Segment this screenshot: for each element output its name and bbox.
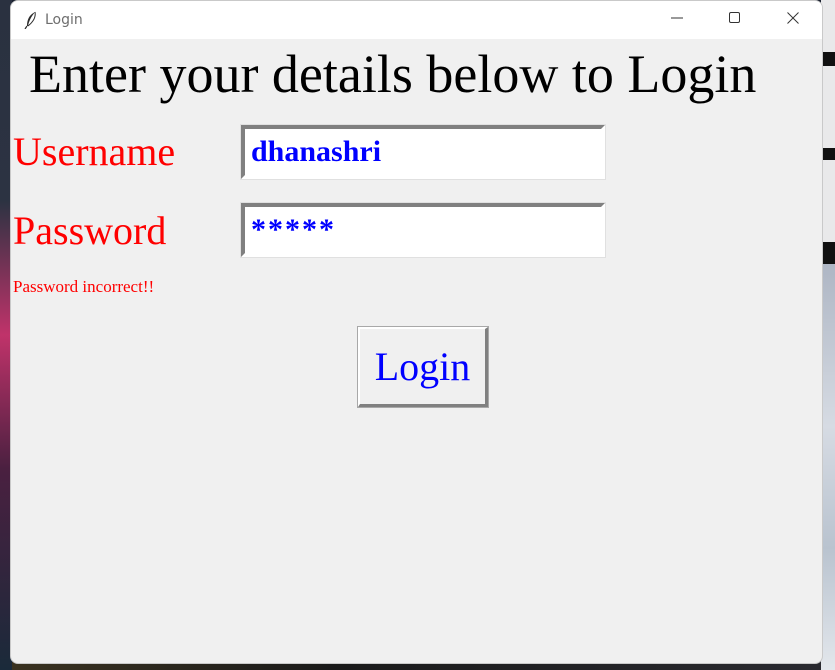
login-window: Login Enter your details below to Login …	[10, 0, 823, 664]
minimize-button[interactable]	[648, 1, 706, 39]
window-title: Login	[45, 12, 83, 28]
login-button[interactable]: Login	[357, 326, 489, 408]
username-label: Username	[13, 129, 176, 174]
password-label: Password	[13, 208, 167, 253]
close-button[interactable]	[764, 1, 822, 39]
feather-icon	[23, 11, 39, 30]
username-field[interactable]: dhanashri	[240, 124, 606, 180]
form-area: Enter your details below to Login Userna…	[11, 39, 822, 663]
error-message: Password incorrect!!	[13, 277, 155, 296]
maximize-icon	[729, 11, 741, 29]
maximize-button[interactable]	[706, 1, 764, 39]
close-icon	[787, 11, 799, 29]
password-field[interactable]: *****	[240, 202, 606, 258]
page-title: Enter your details below to Login	[29, 44, 757, 104]
desktop-background-right	[821, 0, 835, 670]
minimize-icon	[671, 11, 683, 29]
title-bar[interactable]: Login	[11, 1, 822, 39]
